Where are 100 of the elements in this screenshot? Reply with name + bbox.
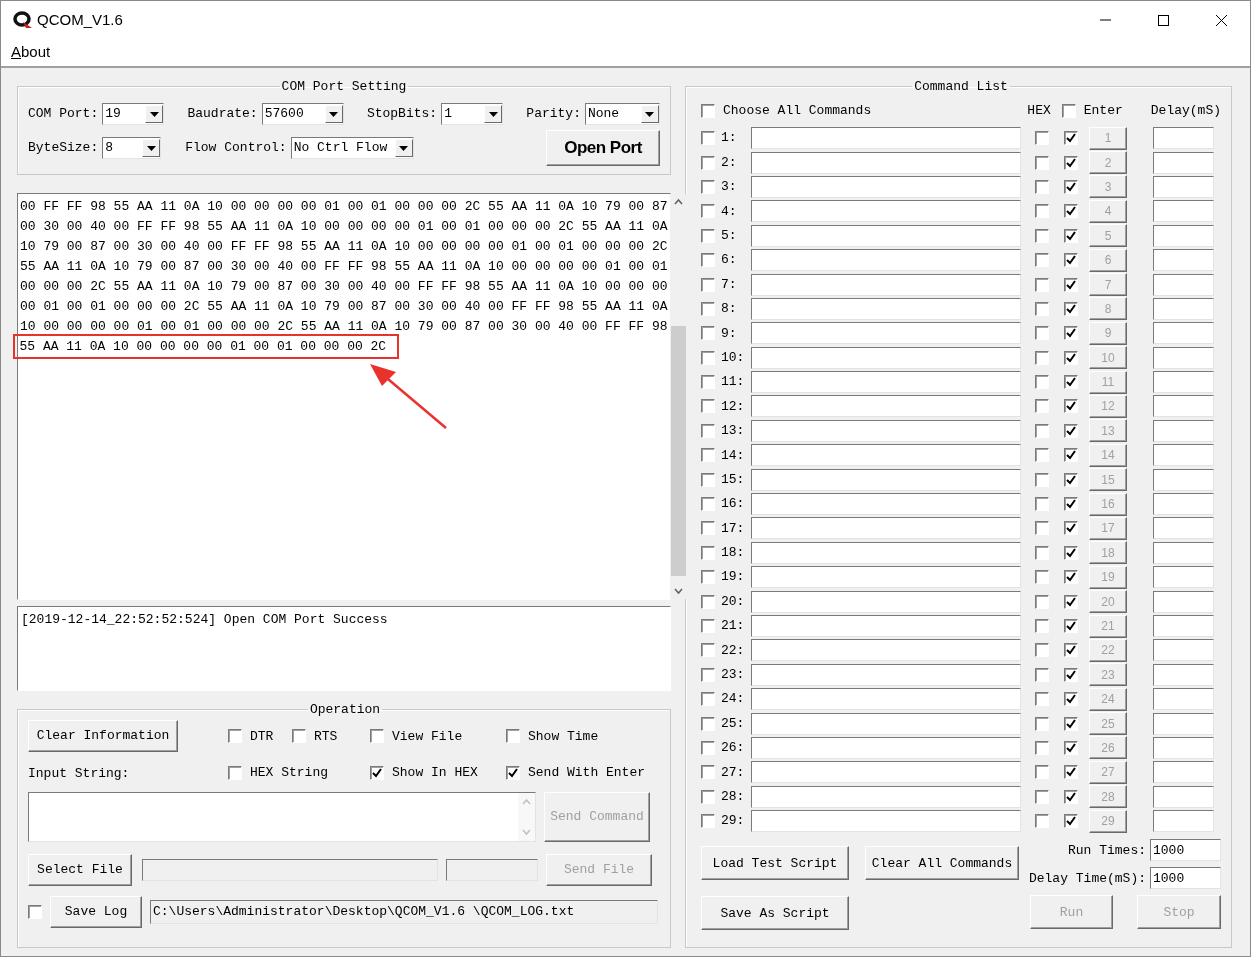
delay-field[interactable]: [1153, 590, 1214, 613]
delay-field[interactable]: [1153, 200, 1214, 223]
checkbox[interactable]: [228, 766, 242, 781]
dropdown[interactable]: 8: [102, 137, 162, 159]
delay-field[interactable]: [1153, 468, 1214, 491]
save-log-button[interactable]: Save Log: [50, 895, 142, 928]
data-line: 55 AA 11 0A 10 00 00 00 00 01 00 01 00 00 00 2C: [19, 337, 387, 356]
command-field[interactable]: [751, 175, 1021, 198]
command-field[interactable]: [751, 566, 1021, 589]
delay-field[interactable]: [1153, 566, 1214, 589]
command-field[interactable]: [751, 127, 1021, 150]
delay-field[interactable]: [1153, 761, 1214, 784]
row-number: 12:: [721, 397, 746, 416]
command-field[interactable]: [751, 493, 1021, 516]
delay-field[interactable]: [1153, 785, 1214, 808]
command-field[interactable]: [751, 517, 1021, 540]
command-field[interactable]: [751, 468, 1021, 491]
delay-field[interactable]: [1153, 810, 1214, 833]
command-field[interactable]: [751, 297, 1021, 320]
command-field[interactable]: [751, 395, 1021, 418]
delay-field[interactable]: [1153, 249, 1214, 272]
command-field[interactable]: [751, 639, 1021, 662]
command-field[interactable]: [751, 712, 1021, 735]
delay-field[interactable]: [1153, 297, 1214, 320]
delay-field[interactable]: [1153, 273, 1214, 296]
command-field[interactable]: [751, 615, 1021, 637]
data-line: 00 00 00 2C 55 AA 11 0A 10 79 00 87 00 30 00 40 00 FF FF 98 55 AA 11 0A 10 00 00 00: [20, 278, 668, 296]
delay-field[interactable]: [1153, 712, 1214, 735]
clear-information-button[interactable]: Clear Information: [28, 720, 178, 752]
delay-field[interactable]: [1153, 151, 1214, 174]
file-size-field[interactable]: [446, 858, 538, 881]
select-file-button[interactable]: Select File: [28, 853, 132, 886]
app-icon: [13, 11, 33, 29]
clear-all-commands-button[interactable]: Clear All Commands: [865, 846, 1019, 881]
delay-field[interactable]: [1153, 517, 1214, 540]
checkbox-label: Choose All Commands: [723, 102, 872, 121]
delay-field[interactable]: [1153, 322, 1214, 345]
dropdown[interactable]: No Ctrl Flow: [290, 137, 414, 159]
command-field[interactable]: [751, 663, 1021, 686]
row-number: 6:: [721, 251, 738, 270]
delay-field[interactable]: [1153, 639, 1214, 662]
command-field[interactable]: [751, 200, 1021, 223]
checkbox[interactable]: [370, 729, 384, 744]
caret-icon: [488, 111, 498, 117]
maximize-icon[interactable]: [1157, 14, 1169, 26]
field-label: COM Port:: [28, 105, 99, 124]
checkbox[interactable]: [1061, 104, 1076, 118]
delay-field[interactable]: [1153, 127, 1214, 150]
delay-time-field[interactable]: 1000: [1150, 867, 1221, 890]
delay-field[interactable]: [1153, 688, 1214, 711]
command-field[interactable]: [751, 371, 1021, 394]
delay-field[interactable]: [1153, 736, 1214, 759]
scrollbar-thumb[interactable]: [670, 326, 686, 576]
command-field[interactable]: [751, 761, 1021, 784]
delay-field[interactable]: [1153, 615, 1214, 637]
checkbox[interactable]: [506, 766, 520, 781]
command-field[interactable]: [751, 444, 1021, 467]
delay-field[interactable]: [1153, 346, 1214, 369]
dropdown[interactable]: 19: [102, 103, 165, 125]
load-test-script-button[interactable]: Load Test Script: [701, 846, 849, 881]
open-port-button[interactable]: Open Port: [546, 130, 660, 166]
command-field[interactable]: [751, 810, 1021, 833]
command-field[interactable]: [751, 736, 1021, 759]
row-number: 27:: [721, 763, 746, 782]
delay-field[interactable]: [1153, 224, 1214, 247]
dropdown[interactable]: 1: [441, 103, 504, 125]
menu-item[interactable]: About: [11, 41, 51, 64]
checkbox[interactable]: [28, 904, 42, 919]
checkbox[interactable]: [228, 729, 242, 744]
dropdown[interactable]: 57600: [261, 103, 344, 125]
row-number: 5:: [721, 227, 738, 245]
checkbox[interactable]: [292, 729, 306, 744]
delay-field[interactable]: [1153, 395, 1214, 418]
delay-field[interactable]: [1153, 493, 1214, 516]
delay-field[interactable]: [1153, 541, 1214, 564]
run-times-field[interactable]: 1000: [1150, 839, 1221, 862]
command-field[interactable]: [751, 273, 1021, 296]
delay-field[interactable]: [1153, 419, 1214, 442]
close-icon[interactable]: [1215, 14, 1227, 26]
file-path-field[interactable]: [142, 858, 438, 881]
delay-field[interactable]: [1153, 371, 1214, 394]
log-path-field[interactable]: C:\Users\Administrator\Desktop\QCOM_V1.6 \QCOM_LOG.txt: [150, 899, 658, 924]
command-field[interactable]: [751, 224, 1021, 247]
command-field[interactable]: [751, 785, 1021, 808]
delay-field[interactable]: [1153, 444, 1214, 467]
dropdown[interactable]: None: [584, 103, 660, 125]
command-field[interactable]: [751, 590, 1021, 613]
command-field[interactable]: [751, 346, 1021, 369]
command-field[interactable]: [751, 419, 1021, 442]
command-field[interactable]: [751, 151, 1021, 174]
save-as-script-button[interactable]: Save As Script: [701, 896, 849, 931]
delay-field[interactable]: [1153, 663, 1214, 686]
command-field[interactable]: [751, 322, 1021, 345]
checkbox[interactable]: [370, 766, 384, 781]
command-field[interactable]: [751, 249, 1021, 272]
command-field[interactable]: [751, 688, 1021, 711]
checkbox[interactable]: [701, 104, 715, 118]
checkbox[interactable]: [506, 729, 520, 744]
delay-field[interactable]: [1153, 175, 1214, 198]
command-field[interactable]: [751, 541, 1021, 564]
